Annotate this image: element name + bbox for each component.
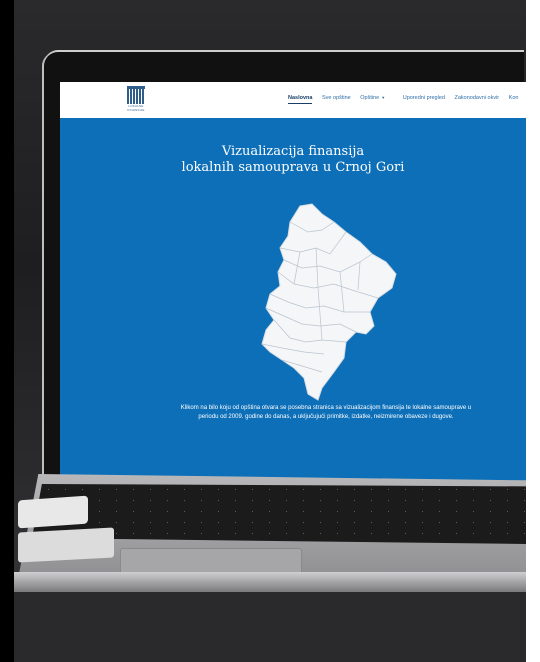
hero-title-line1: Vizualizacija finansija <box>221 144 365 159</box>
site-logo[interactable]: LOKALNE FINANSIJE <box>126 86 146 114</box>
laptop-front-edge <box>14 572 526 592</box>
building-icon <box>127 86 145 104</box>
montenegro-map <box>261 203 397 401</box>
chevron-down-icon: ▼ <box>381 95 386 100</box>
map-outline[interactable] <box>261 203 397 401</box>
main-menu: Naslovna Sve opštine Opštine ▼ Uporedni p… <box>288 95 526 104</box>
nav-link-uporedni-pregled[interactable]: Uporedni pregled <box>403 95 445 101</box>
hero-caption: Klikom na bilo koju od opština otvara se… <box>180 405 472 420</box>
nav-link-zakonodavni-okvir[interactable]: Zakonodavni okvir <box>454 95 499 101</box>
nav-link-opstine-label: Opštine <box>360 95 380 101</box>
hero-title: Vizualizacija finansija lokalnih samoupr… <box>60 144 526 176</box>
nav-link-naslovna[interactable]: Naslovna <box>288 95 313 104</box>
laptop-screen: LOKALNE FINANSIJE Naslovna Sve opštine O… <box>60 82 526 486</box>
phone-device <box>18 495 88 529</box>
hero-title-line2: lokalnih samouprava u Crnoj Gori <box>181 160 405 175</box>
edge-strip <box>526 0 540 662</box>
desk-surface <box>14 592 526 662</box>
nav-link-opstine[interactable]: Opštine ▼ <box>360 95 393 101</box>
logo-text: LOKALNE FINANSIJE <box>127 104 145 112</box>
site-header: LOKALNE FINANSIJE Naslovna Sve opštine O… <box>60 82 526 118</box>
nav-link-kontakt[interactable]: Kon <box>509 95 519 101</box>
nav-link-sve-opstine[interactable]: Sve opštine <box>322 95 351 101</box>
trackpad <box>120 548 302 574</box>
second-device <box>18 527 114 563</box>
